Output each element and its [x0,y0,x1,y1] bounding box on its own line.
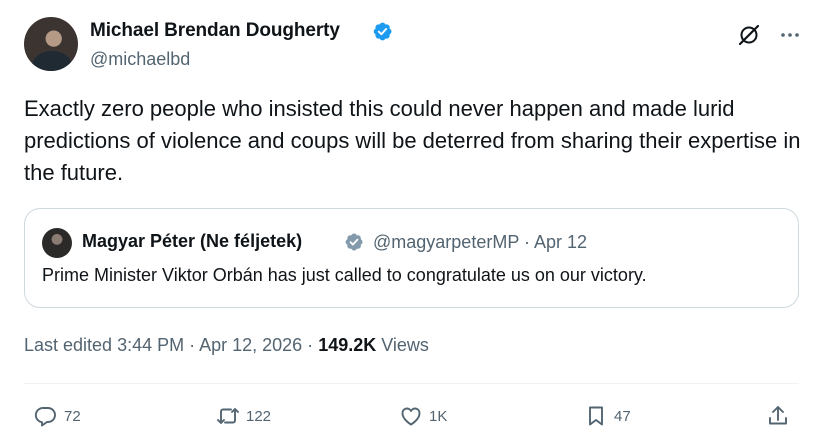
quoted-tweet[interactable]: Magyar Péter (Ne féljetek) @magyarpeterM… [24,208,799,308]
repost-icon [217,408,239,424]
views-count: 149.2K [318,335,377,355]
bookmark-count: 47 [614,407,631,425]
author-handle[interactable]: @michaelbd [90,49,190,70]
bookmark-button[interactable]: 47 [584,401,631,431]
like-icon [401,407,421,426]
views-label: Views [376,335,429,355]
like-count: 1K [429,407,448,425]
verified-badge-icon [373,22,392,41]
share-button[interactable] [766,401,790,431]
quoted-handle-date: @magyarpeterMP · Apr 12 [373,232,588,252]
divider [24,383,799,384]
reply-button[interactable]: 72 [34,401,81,431]
verified-badge-icon [345,233,363,251]
avatar[interactable] [24,17,78,71]
repost-count: 122 [246,407,272,425]
author-name[interactable]: Michael Brendan Dougherty [90,20,340,42]
tweet-text: Exactly zero people who insisted this co… [24,96,801,185]
share-icon [769,406,787,425]
like-button[interactable]: 1K [399,401,447,431]
quoted-text: Prime Minister Viktor Orbán has just cal… [42,265,647,285]
tweet-meta: Last edited 3:44 PM · Apr 12, 2026 · 149… [24,335,429,356]
quoted-avatar[interactable] [42,228,72,258]
reply-count: 72 [64,407,81,425]
bookmark-icon [589,406,603,426]
edited-timestamp[interactable]: Last edited 3:44 PM · Apr 12, 2026 · [24,335,318,355]
tweet-card: Michael Brendan Dougherty @michaelbd Exa… [0,0,831,447]
reply-icon [34,407,56,427]
grok-icon[interactable] [737,23,761,47]
more-icon[interactable] [778,23,802,47]
quoted-author-name: Magyar Péter (Ne féljetek) [82,231,303,251]
repost-button[interactable]: 122 [216,401,271,431]
